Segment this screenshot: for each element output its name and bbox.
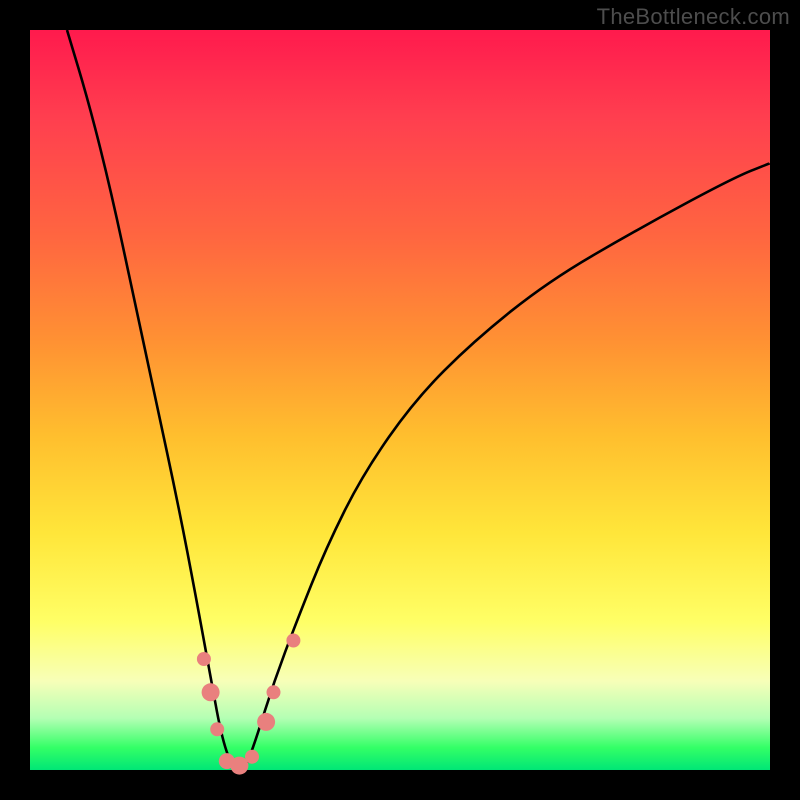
chart-marker: [210, 722, 224, 736]
chart-marker: [245, 750, 259, 764]
chart-svg: [30, 30, 770, 770]
bottleneck-curve: [67, 30, 770, 770]
chart-marker: [286, 634, 300, 648]
chart-frame: TheBottleneck.com: [0, 0, 800, 800]
chart-plot-area: [30, 30, 770, 770]
chart-marker: [197, 652, 211, 666]
watermark-text: TheBottleneck.com: [597, 4, 790, 30]
chart-marker: [202, 683, 220, 701]
chart-marker: [267, 685, 281, 699]
chart-marker: [257, 713, 275, 731]
